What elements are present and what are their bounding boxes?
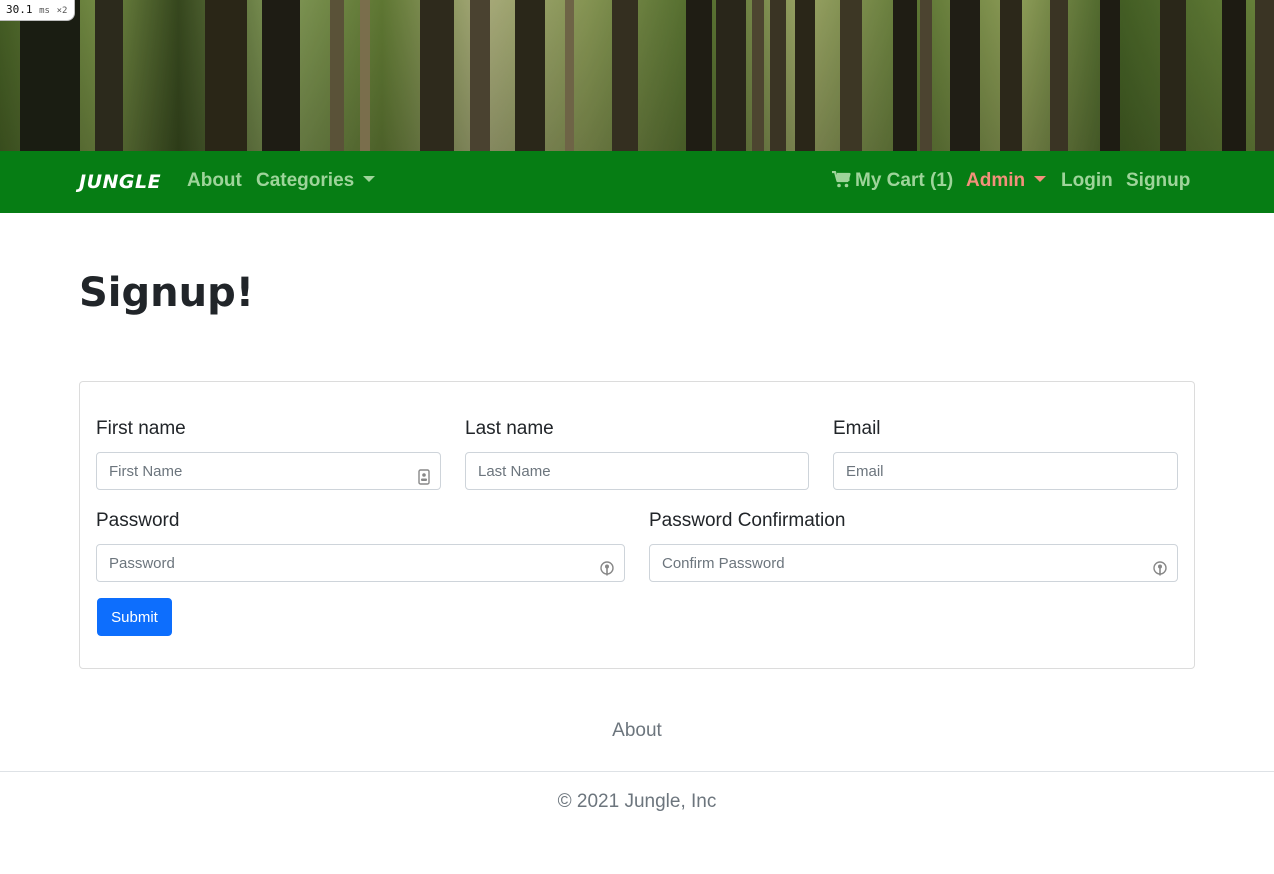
last-name-label: Last name — [465, 418, 554, 439]
email-field-wrapper — [833, 452, 1178, 490]
forest-trees — [0, 0, 1274, 151]
perf-value: 30.1 — [6, 3, 33, 16]
email-label: Email — [833, 418, 881, 439]
contact-card-icon[interactable] — [418, 463, 430, 499]
password-label: Password — [96, 510, 180, 531]
main-navbar: JUNGLE About Categories My Cart (1) Admi… — [0, 151, 1274, 213]
key-icon[interactable] — [1153, 555, 1167, 591]
key-icon[interactable] — [600, 555, 614, 591]
footer-copyright: © 2021 Jungle, Inc — [557, 791, 717, 812]
perf-multiplier: ×2 — [56, 6, 68, 16]
chevron-down-icon — [363, 176, 376, 182]
nav-link-cart[interactable]: My Cart (1) — [832, 170, 953, 194]
last-name-field-wrapper — [465, 452, 809, 490]
perf-badge: 30.1 ms ×2 — [0, 0, 76, 21]
nav-link-signup[interactable]: Signup — [1126, 170, 1190, 192]
nav-dropdown-categories[interactable]: Categories — [256, 170, 376, 192]
perf-unit: ms — [39, 6, 50, 16]
nav-cart-label: My Cart (1) — [855, 170, 954, 191]
password-field-wrapper — [96, 544, 625, 582]
submit-button[interactable]: Submit — [97, 598, 172, 636]
nav-link-about[interactable]: About — [187, 170, 242, 192]
first-name-field-wrapper — [96, 452, 441, 490]
password-input[interactable] — [109, 545, 612, 581]
password-confirmation-input[interactable] — [662, 545, 1165, 581]
chevron-down-icon — [1034, 176, 1047, 182]
footer-link-about[interactable]: About — [0, 720, 1274, 742]
nav-admin-label: Admin — [966, 170, 1026, 191]
nav-categories-label: Categories — [256, 170, 355, 191]
last-name-input[interactable] — [478, 453, 796, 489]
shopping-cart-icon — [832, 170, 851, 194]
nav-dropdown-admin[interactable]: Admin — [966, 170, 1047, 192]
brand-logo[interactable]: JUNGLE — [79, 171, 161, 193]
page-title: Signup! — [79, 270, 254, 316]
email-input[interactable] — [846, 453, 1165, 489]
signup-form: First name Last name Email Password Pass… — [79, 381, 1195, 669]
first-name-label: First name — [96, 418, 186, 439]
nav-link-login[interactable]: Login — [1061, 170, 1113, 192]
footer-divider — [0, 771, 1274, 772]
first-name-input[interactable] — [109, 453, 428, 489]
password-confirmation-label: Password Confirmation — [649, 510, 846, 531]
forest-banner-image — [0, 0, 1274, 151]
password-confirmation-field-wrapper — [649, 544, 1178, 582]
